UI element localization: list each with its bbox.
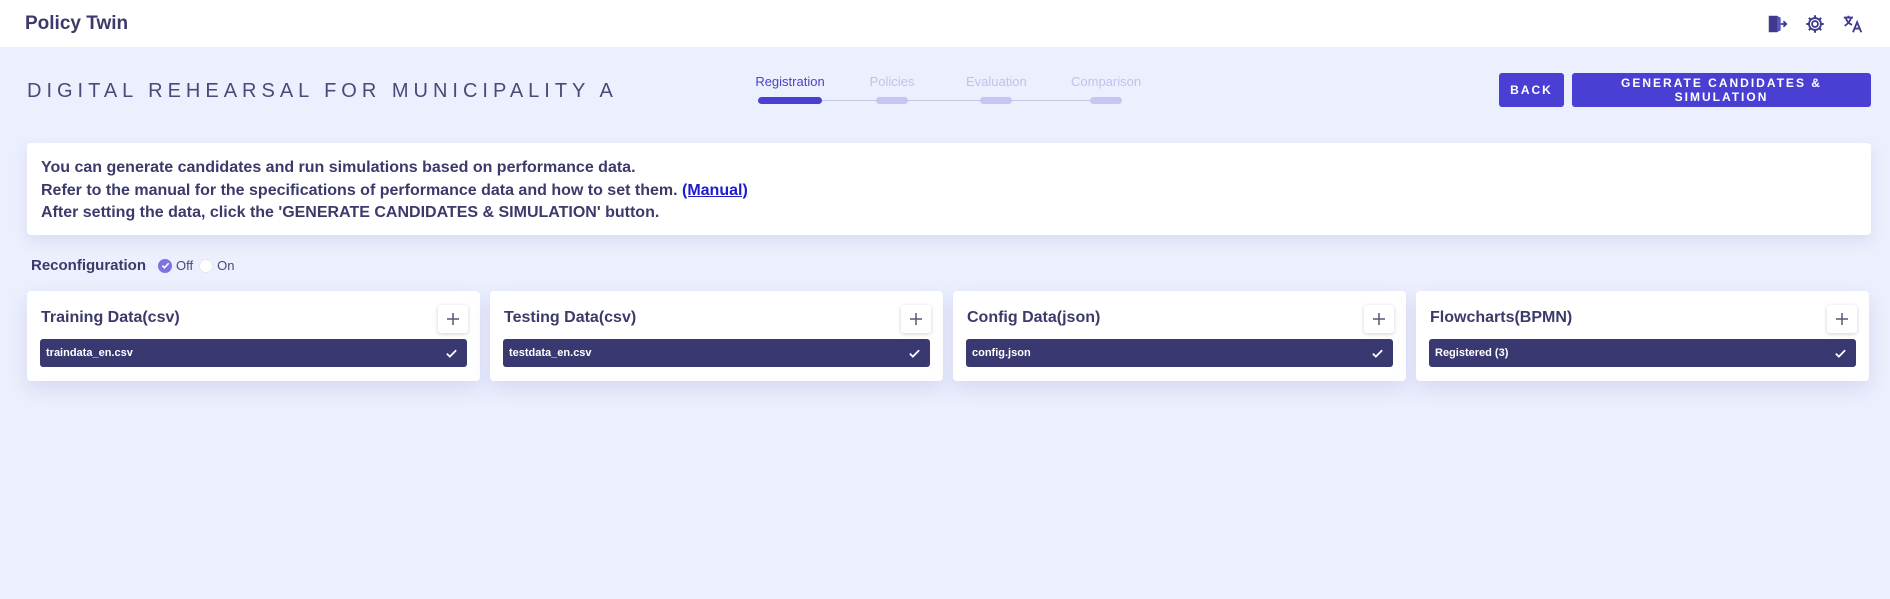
back-button[interactable]: BACK: [1499, 73, 1564, 107]
manual-link[interactable]: (Manual): [682, 182, 748, 199]
top-bar: Policy Twin: [0, 0, 1890, 47]
gear-icon[interactable]: [1803, 12, 1827, 36]
file-chip[interactable]: testdata_en.csv: [503, 339, 930, 367]
add-config-data-button[interactable]: [1364, 305, 1394, 333]
file-chip[interactable]: Registered (3): [1429, 339, 1856, 367]
add-flowchart-button[interactable]: [1827, 305, 1857, 333]
plus-icon: [447, 313, 459, 325]
file-chip[interactable]: traindata_en.csv: [40, 339, 467, 367]
step-registration[interactable]: Registration: [750, 74, 830, 104]
file-name: testdata_en.csv: [509, 347, 592, 359]
testing-data-card: Testing Data(csv) testdata_en.csv: [490, 291, 943, 381]
config-data-card: Config Data(json) config.json: [953, 291, 1406, 381]
file-chip[interactable]: config.json: [966, 339, 1393, 367]
step-indicator: [876, 97, 908, 104]
reconfiguration-control: Reconfiguration Off On: [31, 257, 240, 274]
info-line-2-text: Refer to the manual for the specificatio…: [41, 181, 678, 199]
plus-icon: [910, 313, 922, 325]
reconfiguration-label: Reconfiguration: [31, 257, 146, 274]
check-icon: [1372, 349, 1383, 358]
radio-label-on: On: [217, 258, 235, 273]
file-name: Registered (3): [1435, 347, 1509, 359]
training-data-card: Training Data(csv) traindata_en.csv: [27, 291, 480, 381]
radio-unchecked-icon[interactable]: [199, 258, 214, 273]
flowcharts-card: Flowcharts(BPMN) Registered (3): [1416, 291, 1869, 381]
info-line-3: After setting the data, click the 'GENER…: [41, 204, 660, 221]
stepper-line: [812, 100, 1114, 101]
info-line-2: Refer to the manual for the specificatio…: [41, 180, 1857, 203]
step-label: Comparison: [1071, 74, 1142, 89]
card-title: Training Data(csv): [41, 309, 180, 326]
step-label: Evaluation: [966, 74, 1027, 89]
generate-candidates-simulation-button[interactable]: GENERATE CANDIDATES & SIMULATION: [1572, 73, 1871, 107]
step-label: Policies: [869, 74, 915, 89]
card-title: Testing Data(csv): [504, 309, 637, 326]
app-title: Policy Twin: [25, 12, 129, 34]
step-indicator: [980, 97, 1012, 104]
check-icon: [446, 349, 457, 358]
step-indicator: [758, 97, 822, 104]
step-policies[interactable]: Policies: [864, 74, 920, 104]
plus-icon: [1836, 313, 1848, 325]
radio-label-off: Off: [176, 258, 194, 273]
step-comparison[interactable]: Comparison: [1071, 74, 1141, 104]
stepper: Registration Policies Evaluation Compari…: [744, 74, 1154, 108]
card-title: Config Data(json): [967, 309, 1101, 326]
file-name: config.json: [972, 347, 1031, 359]
check-icon: [909, 349, 920, 358]
file-name: traindata_en.csv: [46, 347, 133, 359]
add-training-data-button[interactable]: [438, 305, 468, 333]
radio-checked-icon[interactable]: [158, 258, 172, 273]
step-evaluation[interactable]: Evaluation: [966, 74, 1027, 104]
card-title: Flowcharts(BPMN): [1430, 309, 1573, 326]
info-card: You can generate candidates and run simu…: [27, 143, 1871, 235]
logout-icon[interactable]: [1765, 12, 1789, 36]
step-label: Registration: [755, 74, 825, 89]
translate-icon[interactable]: [1841, 12, 1865, 36]
page-title: DIGITAL REHEARSAL FOR MUNICIPALITY A: [27, 80, 618, 102]
reconfiguration-off-radio[interactable]: Off: [158, 258, 193, 273]
add-testing-data-button[interactable]: [901, 305, 931, 333]
check-icon: [1835, 349, 1846, 358]
reconfiguration-on-radio[interactable]: On: [199, 258, 234, 273]
top-icons: [1765, 12, 1865, 36]
step-indicator: [1090, 97, 1122, 104]
plus-icon: [1373, 313, 1385, 325]
info-line-1: You can generate candidates and run simu…: [41, 159, 636, 176]
